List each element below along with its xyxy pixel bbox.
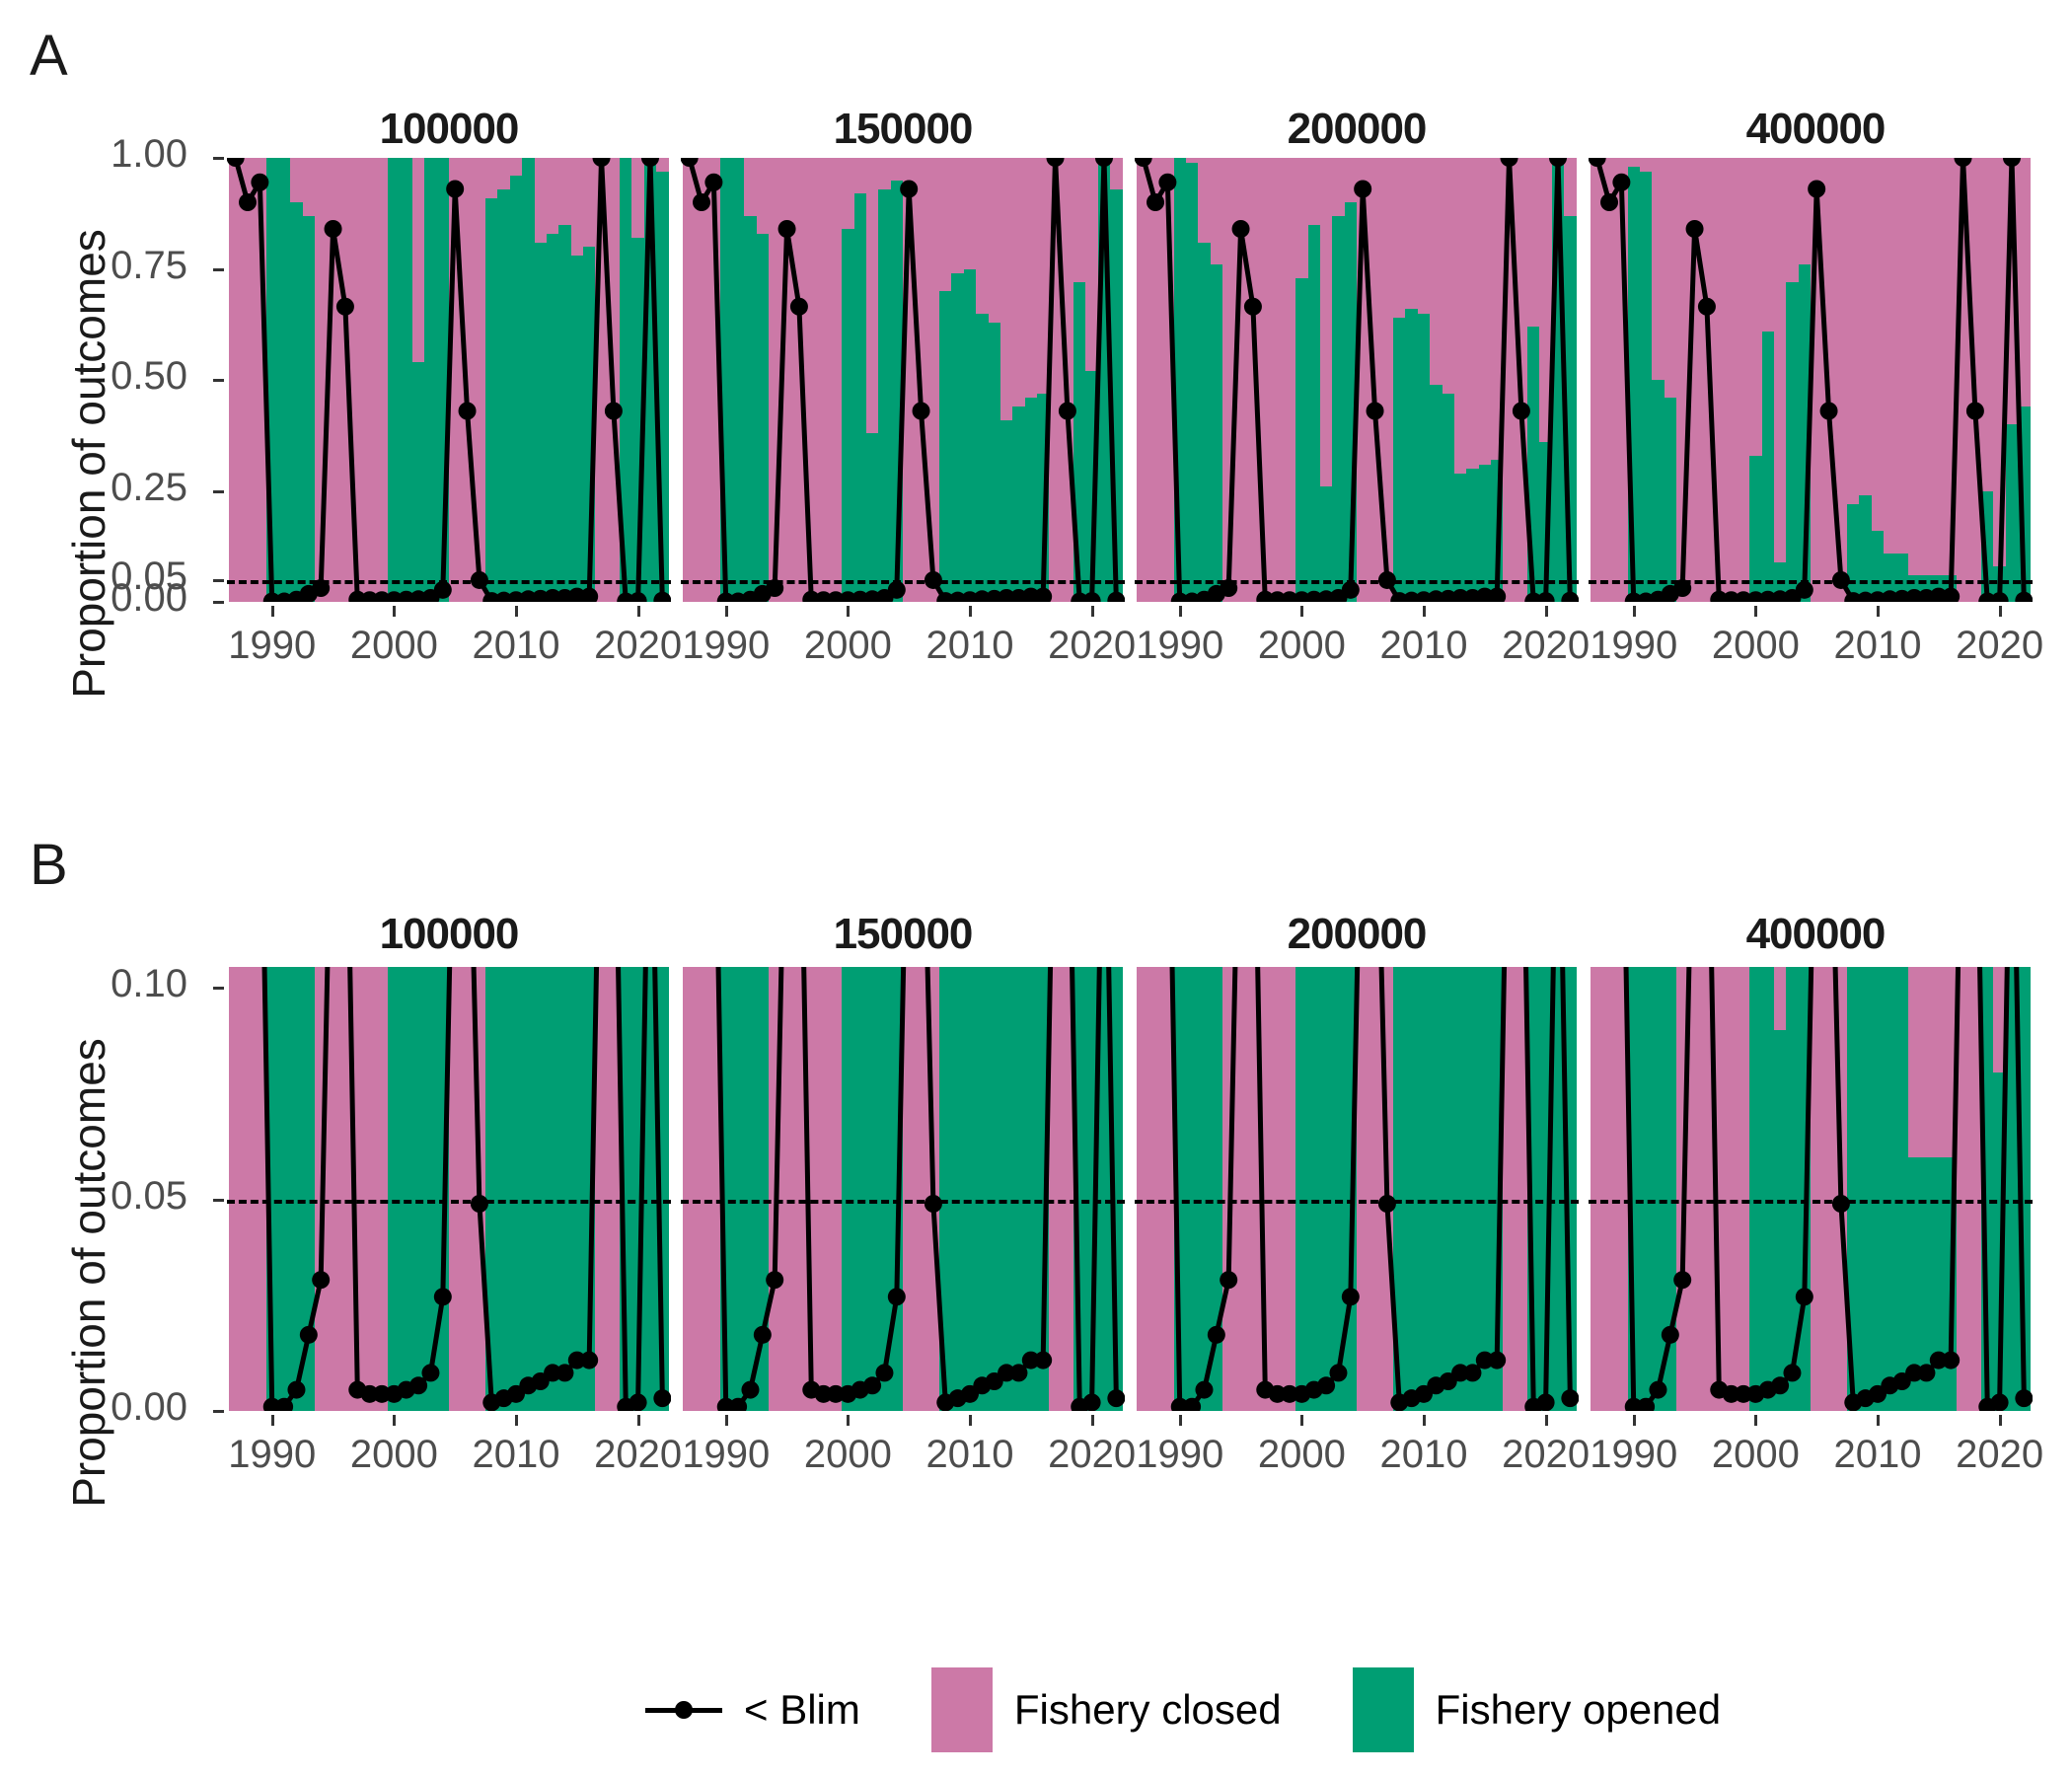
- x-tick-mark: [270, 606, 274, 617]
- y-tick-label-a-2: 0.25: [111, 465, 187, 509]
- y-axis-title-b: Proportion of outcomes: [63, 1038, 114, 1508]
- closed-swatch-icon: [930, 1667, 993, 1752]
- x-tick-mark: [1300, 1415, 1304, 1426]
- x-tick-mark: [968, 606, 972, 617]
- strip-title-b-100000: 100000: [379, 910, 520, 958]
- blim-line-series: [715, 967, 1125, 1411]
- blim-line-series: [1589, 158, 2033, 602]
- x-tick-mark: [724, 606, 728, 617]
- strip-title-a-100000: 100000: [379, 105, 520, 153]
- x-tick-mark: [1178, 1415, 1182, 1426]
- x-tick-mark: [636, 1415, 640, 1426]
- x-tick-mark: [393, 1415, 397, 1426]
- x-tick-mark: [1090, 1415, 1094, 1426]
- x-tick-mark: [1544, 1415, 1548, 1426]
- x-tick-mark: [1998, 1415, 2002, 1426]
- y-tick-label-b-0: 0.00: [111, 1385, 187, 1429]
- x-tick-mark: [1632, 606, 1636, 617]
- legend-label-blim: < Blim: [744, 1686, 860, 1733]
- blim-line-series: [1623, 967, 2033, 1411]
- y-tick-mark: [213, 601, 224, 604]
- x-tick-mark: [514, 606, 518, 617]
- x-tick-mark: [636, 606, 640, 617]
- x-tick-mark: [847, 606, 851, 617]
- plot-area-b-150000: [681, 967, 1125, 1411]
- panel-letter-b: B: [30, 833, 68, 897]
- x-tick-mark: [270, 1415, 274, 1426]
- x-tick-mark: [724, 1415, 728, 1426]
- y-tick-mark: [213, 578, 224, 582]
- strip-title-a-150000: 150000: [833, 105, 974, 153]
- x-tick-mark: [1422, 606, 1426, 617]
- strip-title-b-200000: 200000: [1287, 910, 1428, 958]
- x-tick-mark: [514, 1415, 518, 1426]
- x-tick-mark: [1998, 606, 2002, 617]
- line-point-icon: [641, 1688, 726, 1732]
- legend-item-blim: < Blim: [641, 1686, 860, 1734]
- x-tick-mark: [847, 1415, 851, 1426]
- x-tick-mark: [1876, 606, 1880, 617]
- x-tick-mark: [1754, 1415, 1758, 1426]
- x-tick-mark: [393, 606, 397, 617]
- y-tick-label-a-5: 1.00: [111, 132, 187, 176]
- x-tick-label-2020: 2020: [1956, 1433, 2044, 1476]
- blim-line-series: [1135, 158, 1579, 602]
- x-tick-mark: [968, 1415, 972, 1426]
- strip-title-b-150000: 150000: [833, 910, 974, 958]
- y-tick-label-b-1: 0.05: [111, 1173, 187, 1218]
- x-tick-mark: [1300, 606, 1304, 617]
- blim-line-series: [227, 158, 671, 602]
- strip-title-a-200000: 200000: [1287, 105, 1428, 153]
- x-tick-mark: [1876, 1415, 1880, 1426]
- y-tick-label-a-1: 0.05: [111, 554, 187, 598]
- y-tick-mark: [213, 1198, 224, 1202]
- x-tick-mark: [1754, 606, 1758, 617]
- plot-area-b-200000: [1135, 967, 1579, 1411]
- y-tick-mark: [213, 379, 224, 382]
- plot-area-a-100000: [227, 158, 671, 602]
- blim-line-series: [1169, 967, 1579, 1411]
- plot-area-b-100000: [227, 967, 671, 1411]
- plot-area-a-200000: [1135, 158, 1579, 602]
- blim-line-series: [261, 967, 671, 1411]
- x-tick-mark: [1632, 1415, 1636, 1426]
- y-tick-mark: [213, 1410, 224, 1413]
- x-tick-mark: [1090, 606, 1094, 617]
- x-tick-label-2020: 2020: [1956, 624, 2044, 667]
- y-tick-mark: [213, 157, 224, 160]
- panel-letter-a: A: [30, 24, 68, 88]
- legend-label-opened: Fishery opened: [1435, 1686, 1722, 1733]
- plot-area-a-400000: [1589, 158, 2033, 602]
- legend: < Blim Fishery closed Fishery opened: [641, 1667, 1792, 1752]
- plot-area-a-150000: [681, 158, 1125, 602]
- plot-area-b-400000: [1589, 967, 2033, 1411]
- figure-root: A B Proportion of outcomes Proportion of…: [0, 0, 2072, 1776]
- y-tick-mark: [213, 987, 224, 991]
- legend-item-opened: Fishery opened: [1352, 1667, 1722, 1752]
- y-tick-mark: [213, 489, 224, 493]
- opened-swatch-icon: [1352, 1667, 1414, 1752]
- strip-title-b-400000: 400000: [1745, 910, 1887, 958]
- legend-item-closed: Fishery closed: [930, 1667, 1282, 1752]
- y-tick-mark: [213, 267, 224, 271]
- x-tick-mark: [1178, 606, 1182, 617]
- x-tick-mark: [1544, 606, 1548, 617]
- x-tick-mark: [1422, 1415, 1426, 1426]
- strip-title-a-400000: 400000: [1745, 105, 1887, 153]
- y-tick-label-b-2: 0.10: [111, 962, 187, 1006]
- y-tick-label-a-4: 0.75: [111, 243, 187, 287]
- y-tick-label-a-3: 0.50: [111, 354, 187, 398]
- blim-line-series: [681, 158, 1125, 602]
- legend-label-closed: Fishery closed: [1013, 1686, 1282, 1733]
